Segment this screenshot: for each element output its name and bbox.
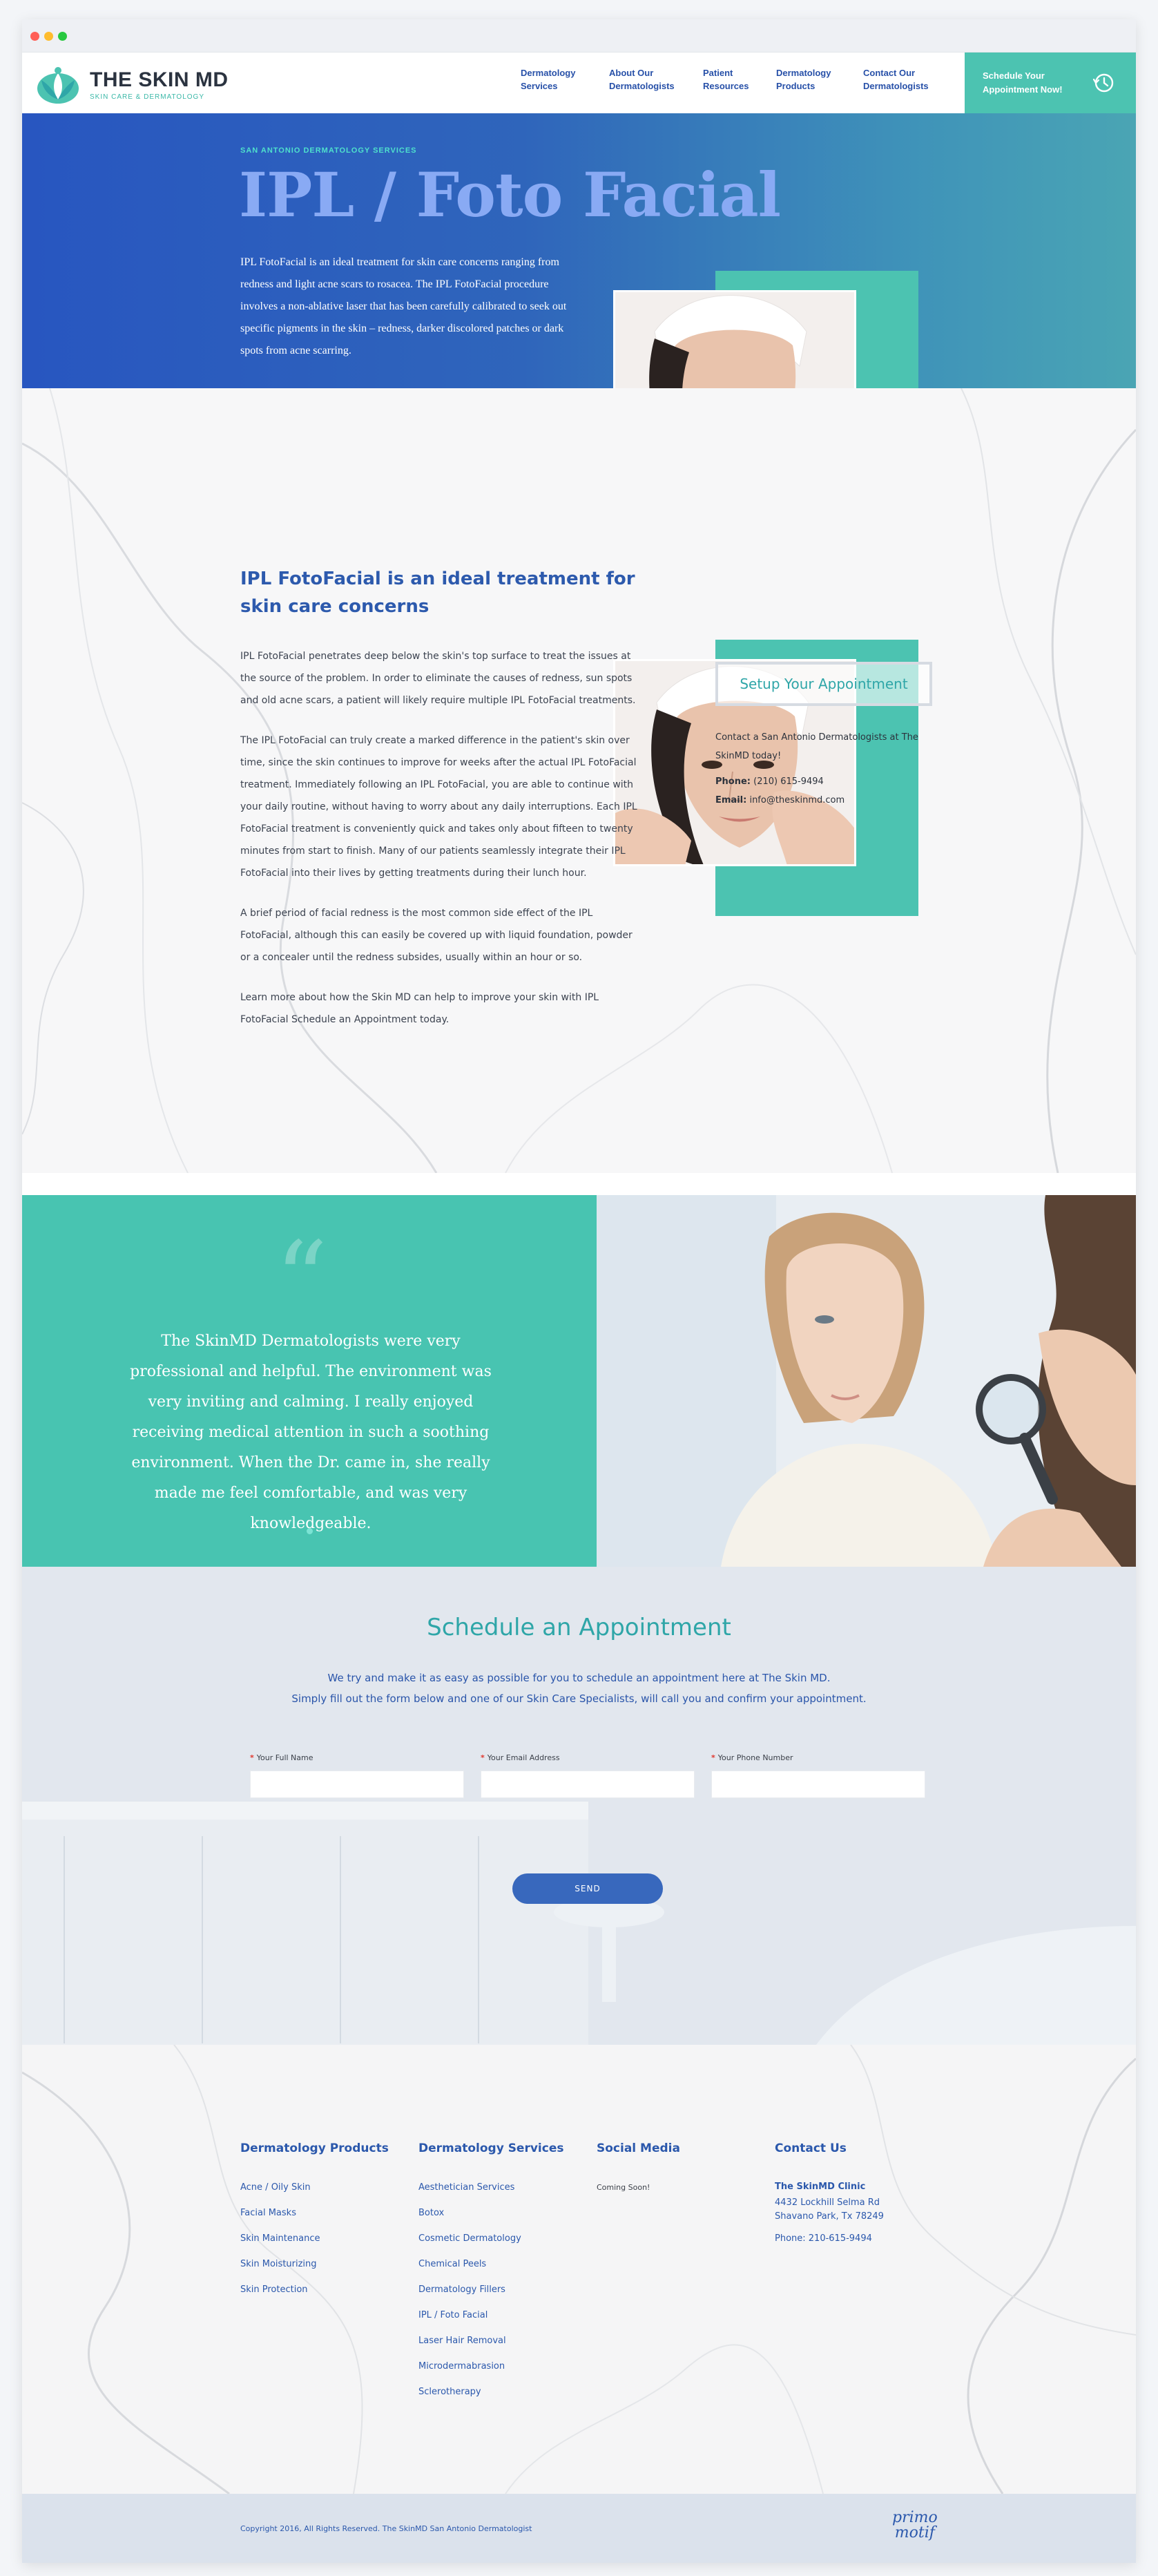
email-input[interactable]	[481, 1771, 695, 1798]
hero-banner: SAN ANTONIO DERMATOLOGY SERVICES IPL / F…	[22, 113, 1136, 388]
maximize-window-button[interactable]	[58, 32, 67, 41]
footer-link[interactable]: Cosmetic Dermatology	[418, 2233, 597, 2245]
hero-eyebrow: SAN ANTONIO DERMATOLOGY SERVICES	[240, 146, 417, 155]
clock-history-icon	[1092, 73, 1114, 93]
lotus-logo-icon	[37, 67, 79, 104]
email-label: Your Email Address	[487, 1753, 560, 1762]
footer-contact: Contact Us The SkinMD Clinic 4432 Lockhi…	[775, 2141, 953, 2412]
article-paragraph: Learn more about how the Skin MD can hel…	[240, 992, 599, 1025]
phone-label: Your Phone Number	[717, 1753, 793, 1762]
schedule-cta-label: Schedule Your Appointment Now!	[983, 70, 1063, 95]
schedule-intro-line: We try and make it as easy as possible f…	[327, 1672, 831, 1684]
clinic-address: Shavano Park, Tx 78249	[775, 2211, 884, 2222]
browser-chrome	[22, 19, 1136, 53]
clinic-phone[interactable]: Phone: 210-615-9494	[775, 2232, 953, 2246]
footer-link[interactable]: Botox	[418, 2207, 597, 2220]
sidebar-email[interactable]: Email: info@theskinmd.com	[715, 791, 929, 810]
schedule-intro: We try and make it as easy as possible f…	[22, 1668, 1136, 1709]
marble-background: IPL FotoFacial is an ideal treatment for…	[22, 388, 1136, 1173]
footer-services: Dermatology Services Aesthetician Servic…	[418, 2141, 597, 2412]
article-content: IPL FotoFacial is an ideal treatment for…	[240, 565, 638, 1031]
required-mark: *	[711, 1753, 715, 1762]
article-title: IPL FotoFacial is an ideal treatment for…	[240, 569, 635, 617]
footer-contact-title: Contact Us	[775, 2141, 847, 2155]
copyright-text: Copyright 2016, All Rights Reserved. The…	[240, 2524, 532, 2533]
full-name-field: * Your Full Name	[250, 1753, 464, 1798]
setup-appointment-button[interactable]: Setup Your Appointment	[715, 662, 932, 706]
sidebar-phone: Phone: (210) 615-9494	[715, 776, 824, 787]
footer-link[interactable]: Acne / Oily Skin	[240, 2182, 418, 2194]
footer: Dermatology Products Acne / Oily Skin Fa…	[22, 2045, 1136, 2494]
hero-photo-top	[613, 290, 856, 388]
footer-social-title: Social Media	[597, 2141, 680, 2155]
schedule-title: Schedule an Appointment	[427, 1614, 731, 1641]
carousel-dot[interactable]	[307, 1528, 313, 1534]
article-paragraph: The IPL FotoFacial can truly create a ma…	[240, 735, 637, 879]
logo-subtitle: SKIN CARE & DERMATOLOGY	[90, 93, 204, 101]
sidebar-contact-text: Contact a San Antonio Dermatologists at …	[715, 732, 918, 761]
schedule-section: Schedule an Appointment We try and make …	[22, 1567, 1136, 2045]
face-illustration-top	[615, 292, 854, 388]
article-paragraph: A brief period of facial redness is the …	[240, 908, 633, 963]
primo-motif-logo[interactable]: primo motif	[892, 2510, 938, 2541]
footer-products-title: Dermatology Products	[240, 2141, 389, 2155]
nav-about-dermatologists[interactable]: About Our Dermatologists	[609, 66, 703, 93]
footer-link[interactable]: Skin Moisturizing	[240, 2258, 418, 2271]
nav-dermatology-products[interactable]: Dermatology Products	[776, 66, 863, 93]
send-button[interactable]: SEND	[512, 1873, 663, 1904]
testimonial-text: The SkinMD Dermatologists were very prof…	[130, 1333, 492, 1532]
footer-link[interactable]: Chemical Peels	[418, 2258, 597, 2271]
appointment-sidebar: Setup Your Appointment Contact a San Ant…	[715, 662, 932, 810]
clinic-name: The SkinMD Clinic	[775, 2182, 866, 2192]
clinic-address: 4432 Lockhill Selma Rd	[775, 2197, 880, 2208]
schedule-intro-line: Simply fill out the form below and one o…	[291, 1692, 867, 1705]
logo-title: THE SKIN MD	[90, 68, 229, 91]
email-field: * Your Email Address	[481, 1753, 695, 1798]
footer-link[interactable]: Laser Hair Removal	[418, 2335, 597, 2347]
close-window-button[interactable]	[30, 32, 39, 41]
footer-link[interactable]: Skin Maintenance	[240, 2233, 418, 2245]
article-paragraph: IPL FotoFacial penetrates deep below the…	[240, 651, 636, 706]
footer-link[interactable]: IPL / Foto Facial	[418, 2309, 597, 2322]
copyright-bar: Copyright 2016, All Rights Reserved. The…	[22, 2494, 1136, 2563]
browser-window: THE SKIN MD SKIN CARE & DERMATOLOGY Derm…	[22, 19, 1136, 2563]
nav-patient-resources[interactable]: Patient Resources	[703, 66, 776, 93]
footer-products: Dermatology Products Acne / Oily Skin Fa…	[240, 2141, 418, 2412]
footer-link[interactable]: Microdermabrasion	[418, 2360, 597, 2373]
nav-contact-dermatologists[interactable]: Contact Our Dermatologists	[863, 66, 952, 93]
nav-dermatology-services[interactable]: Dermatology Services	[521, 66, 609, 93]
quote-mark-icon: “	[275, 1220, 328, 1340]
site-logo[interactable]: THE SKIN MD SKIN CARE & DERMATOLOGY	[32, 64, 229, 105]
hero-description: IPL FotoFacial is an ideal treatment for…	[240, 256, 567, 356]
page-title: IPL / Foto Facial	[239, 159, 781, 231]
social-coming-soon: Coming Soon!	[597, 2183, 650, 2192]
footer-services-title: Dermatology Services	[418, 2141, 564, 2155]
footer-link[interactable]: Facial Masks	[240, 2207, 418, 2220]
main-nav: Dermatology Services About Our Dermatolo…	[521, 66, 952, 93]
phone-input[interactable]	[711, 1771, 925, 1798]
phone-field: * Your Phone Number	[711, 1753, 925, 1798]
footer-social: Social Media Coming Soon!	[597, 2141, 775, 2412]
testimonial-block: “ The SkinMD Dermatologists were very pr…	[22, 1195, 597, 1567]
full-name-label: Your Full Name	[256, 1753, 313, 1762]
footer-link[interactable]: Dermatology Fillers	[418, 2284, 597, 2296]
patient-exam-illustration	[597, 1195, 1136, 1567]
footer-link[interactable]: Sclerotherapy	[418, 2386, 597, 2398]
schedule-appointment-cta[interactable]: Schedule Your Appointment Now!	[965, 53, 1136, 113]
footer-columns: Dermatology Products Acne / Oily Skin Fa…	[240, 2141, 953, 2412]
required-mark: *	[250, 1753, 254, 1762]
full-name-input[interactable]	[250, 1771, 464, 1798]
minimize-window-button[interactable]	[44, 32, 53, 41]
site-header: THE SKIN MD SKIN CARE & DERMATOLOGY Derm…	[22, 53, 1136, 113]
required-mark: *	[481, 1753, 485, 1762]
testimonial-photo	[597, 1195, 1136, 1567]
footer-link[interactable]: Aesthetician Services	[418, 2182, 597, 2194]
footer-link[interactable]: Skin Protection	[240, 2284, 418, 2296]
